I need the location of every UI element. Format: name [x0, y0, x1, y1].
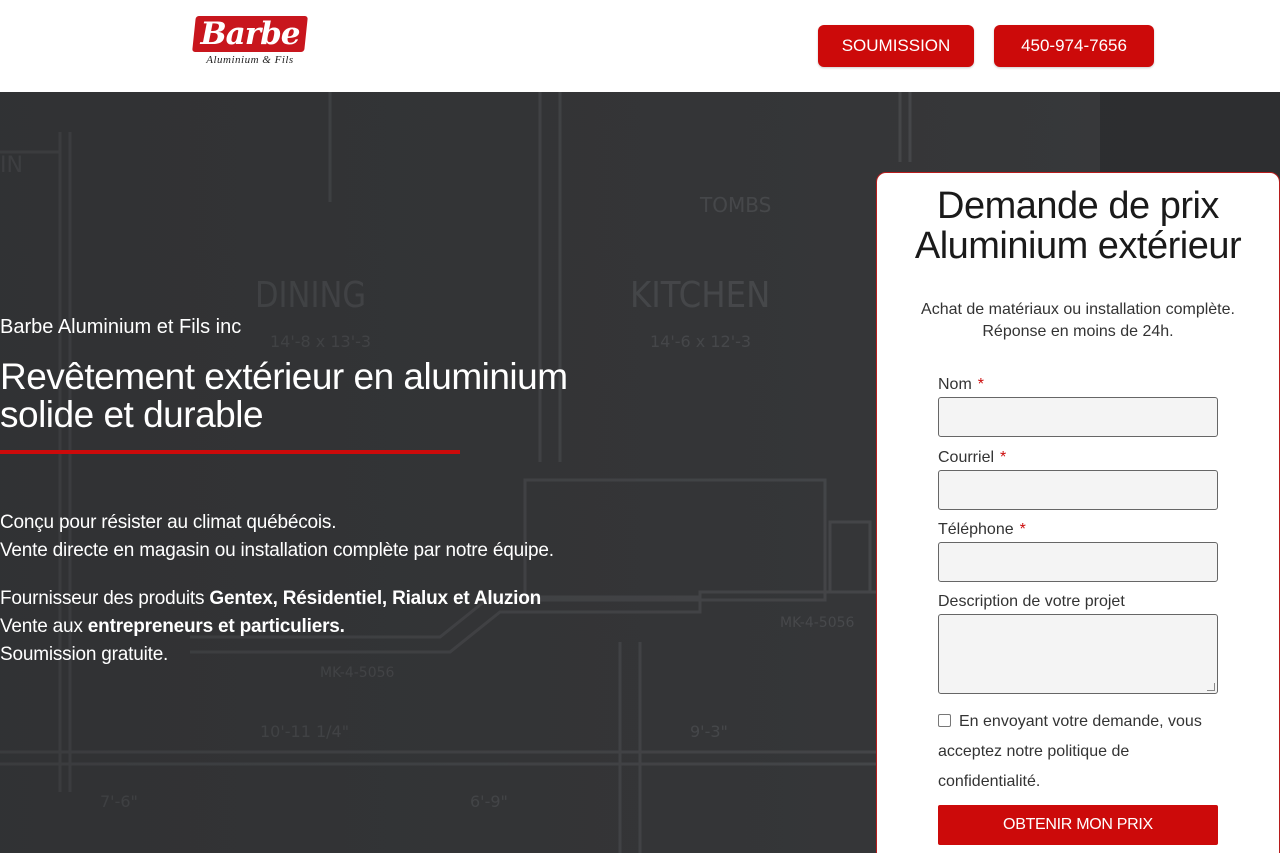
barbe-logo[interactable]: Barbe Aluminium & Fils: [192, 16, 308, 70]
para1-line2: Vente directe en magasin ou installation…: [0, 540, 554, 561]
accent-divider: [0, 450, 460, 454]
para2-line2: Vente aux entrepreneurs et particuliers.: [0, 613, 541, 641]
phone-label-text: Téléphone: [938, 521, 1014, 538]
hero-headline: Revêtement extérieur en aluminium solide…: [0, 356, 568, 435]
logo-tagline: Aluminium & Fils: [206, 54, 294, 66]
phone-label: Téléphone *: [938, 521, 1026, 539]
required-asterisk: *: [977, 376, 985, 393]
para2-line1-text: Fournisseur des produits: [0, 588, 210, 609]
name-input[interactable]: [938, 397, 1218, 437]
soumission-button[interactable]: SOUMISSION: [818, 25, 974, 67]
site-header: Barbe Aluminium & Fils SOUMISSION 450-97…: [0, 0, 1280, 92]
phone-button[interactable]: 450-974-7656: [994, 25, 1154, 67]
consent-row: En envoyant votre demande, vous acceptez…: [938, 707, 1218, 797]
audience-text: entrepreneurs et particuliers.: [87, 616, 345, 637]
consent-text: En envoyant votre demande, vous acceptez…: [938, 713, 1202, 790]
para2-line2-text: Vente aux: [0, 616, 88, 637]
email-input[interactable]: [938, 470, 1218, 510]
name-label-text: Nom: [938, 376, 972, 393]
hero-section: DINING KITCHEN 14'-8 x 13'-3 14'-6 x 12'…: [0, 92, 1280, 853]
required-asterisk: *: [1019, 521, 1026, 538]
company-name: Barbe Aluminium et Fils inc: [0, 316, 242, 338]
form-subtitle: Achat de matériaux ou installation compl…: [921, 301, 1235, 340]
email-label: Courriel *: [938, 449, 1006, 467]
name-label: Nom *: [938, 376, 984, 394]
description-label: Description de votre projet: [938, 593, 1125, 610]
para1-line1: Conçu pour résister au climat québécois.: [0, 512, 337, 533]
hero-paragraph-2: Fournisseur des produits Gentex, Résiden…: [0, 585, 541, 669]
brands-list: Gentex, Résidentiel, Rialux et Aluzion: [209, 588, 542, 609]
para2-line3: Soumission gratuite.: [0, 644, 169, 665]
required-asterisk: *: [1000, 449, 1007, 466]
logo-wordmark: Barbe: [200, 16, 300, 52]
hero-paragraph-1: Conçu pour résister au climat québécois.…: [0, 509, 554, 565]
submit-button[interactable]: OBTENIR MON PRIX: [938, 805, 1218, 845]
quote-form-card: Demande de prix Aluminium extérieur Acha…: [876, 172, 1280, 853]
description-textarea[interactable]: [938, 614, 1218, 694]
consent-checkbox[interactable]: [938, 714, 951, 727]
email-label-text: Courriel: [938, 449, 995, 466]
phone-input[interactable]: [938, 542, 1218, 582]
resize-handle-icon[interactable]: [1207, 683, 1215, 691]
para2-line1: Fournisseur des produits Gentex, Résiden…: [0, 585, 541, 613]
form-title: Demande de prix Aluminium extérieur: [914, 185, 1242, 267]
